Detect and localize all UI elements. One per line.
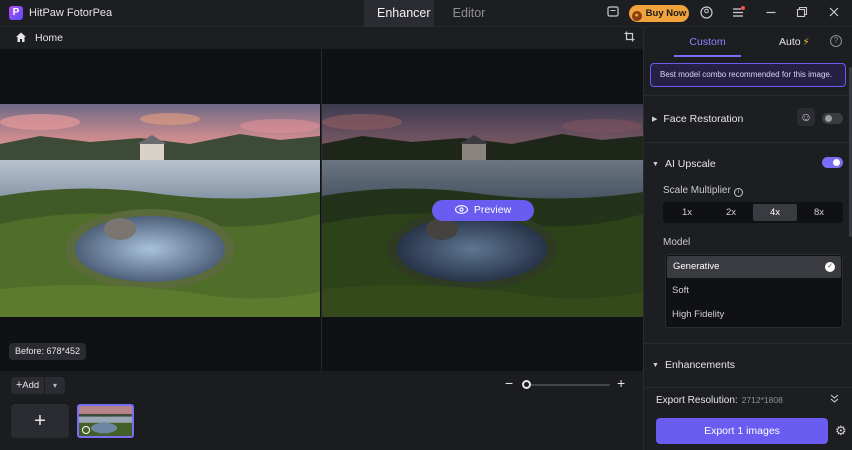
cart-icon: ● bbox=[631, 11, 642, 21]
home-bar: Home bbox=[0, 27, 643, 49]
mode-tabs: Enhancer Editor bbox=[364, 0, 504, 27]
export-button[interactable]: Export 1 images bbox=[656, 418, 828, 444]
minimize-icon[interactable] bbox=[764, 6, 778, 20]
face-restoration-toggle[interactable] bbox=[822, 113, 843, 124]
export-resolution-value: 2712*1808 bbox=[741, 395, 783, 405]
tab-custom[interactable]: Custom bbox=[674, 36, 741, 48]
scale-multiplier-label: Scale Multiplier i bbox=[663, 185, 743, 197]
recommendation-banner: Best model combo recommended for this im… bbox=[650, 63, 846, 87]
divider bbox=[644, 95, 852, 96]
title-bar: P HitPaw FotorPea Enhancer Editor ● Buy N… bbox=[0, 0, 852, 27]
notification-dot bbox=[741, 6, 745, 10]
face-restoration-header[interactable]: ▶ Face Restoration bbox=[652, 113, 743, 125]
gear-icon[interactable]: ⚙ bbox=[835, 424, 847, 437]
model-option-soft[interactable]: Soft bbox=[666, 280, 842, 302]
tab-indicator bbox=[674, 55, 741, 57]
caret-right-icon: ▶ bbox=[652, 116, 658, 123]
add-button[interactable]: +Add ▾ bbox=[11, 377, 65, 394]
buy-now-label: Buy Now bbox=[645, 8, 687, 19]
settings-panel: Custom Auto ⚡ ? Best model combo recommen… bbox=[643, 27, 852, 450]
home-icon[interactable] bbox=[15, 31, 27, 43]
scale-option-2x[interactable]: 2x bbox=[709, 204, 753, 221]
face-icon[interactable]: ☺ bbox=[797, 108, 815, 126]
tab-auto-label: Auto bbox=[779, 36, 801, 48]
zoom-out-button[interactable]: − bbox=[505, 376, 513, 390]
info-icon[interactable]: i bbox=[733, 188, 743, 197]
tab-enhancer[interactable]: Enhancer bbox=[364, 0, 434, 27]
model-option-high-fidelity[interactable]: High Fidelity bbox=[666, 304, 842, 326]
model-list: Generative ✓ Soft High Fidelity bbox=[665, 254, 843, 328]
divider bbox=[644, 387, 852, 388]
bottom-toolbar: +Add ▾ − + + bbox=[0, 371, 643, 450]
home-link[interactable]: Home bbox=[35, 32, 63, 44]
scale-multiplier-text: Scale Multiplier bbox=[663, 185, 731, 196]
check-icon: ✓ bbox=[825, 262, 835, 272]
add-label: Add bbox=[22, 380, 40, 391]
restore-icon[interactable] bbox=[795, 6, 809, 20]
zoom-in-button[interactable]: + bbox=[617, 376, 625, 390]
export-resolution: Export Resolution: 2712*1808 bbox=[656, 395, 783, 406]
preview-button[interactable]: Preview bbox=[432, 200, 534, 221]
scale-option-8x[interactable]: 8x bbox=[797, 204, 841, 221]
enhancements-label: Enhancements bbox=[664, 359, 735, 371]
app-logo: P bbox=[9, 6, 23, 20]
add-image-thumbnail[interactable]: + bbox=[11, 404, 69, 438]
scale-multiplier-selector: 1x 2x 4x 8x bbox=[663, 202, 843, 223]
help-icon[interactable]: ? bbox=[830, 35, 842, 47]
caret-down-icon: ▼ bbox=[652, 362, 659, 369]
ai-upscale-toggle[interactable] bbox=[822, 157, 843, 168]
ai-upscale-header[interactable]: ▼ AI Upscale bbox=[652, 158, 716, 170]
model-label: Model bbox=[663, 237, 691, 248]
face-restoration-label: Face Restoration bbox=[663, 113, 744, 125]
zoom-slider-handle[interactable] bbox=[522, 380, 531, 389]
ai-upscale-label: AI Upscale bbox=[664, 158, 716, 170]
eye-icon bbox=[454, 200, 468, 221]
zoom-slider[interactable] bbox=[526, 384, 610, 386]
scale-option-4x[interactable]: 4x bbox=[753, 204, 797, 221]
preview-label: Preview bbox=[473, 204, 512, 216]
divider bbox=[644, 343, 852, 344]
crop-icon[interactable] bbox=[624, 31, 635, 45]
caret-down-icon: ▼ bbox=[652, 161, 659, 168]
close-icon[interactable] bbox=[827, 6, 841, 20]
lightning-icon: ⚡ bbox=[802, 37, 810, 48]
info-icon bbox=[82, 426, 90, 434]
divider bbox=[644, 142, 852, 143]
enhancements-header[interactable]: ▼ Enhancements bbox=[652, 359, 735, 371]
add-main[interactable]: +Add bbox=[11, 377, 45, 394]
scale-option-1x[interactable]: 1x bbox=[665, 204, 709, 221]
double-chevron-down-icon[interactable] bbox=[830, 394, 839, 405]
export-resolution-label: Export Resolution: bbox=[656, 395, 738, 406]
chevron-down-icon[interactable]: ▾ bbox=[45, 377, 65, 394]
panel-tabs: Custom Auto ⚡ ? bbox=[644, 27, 852, 57]
buy-now-button[interactable]: ● Buy Now bbox=[629, 5, 689, 22]
image-canvas: Preview Before: 678*452 bbox=[0, 49, 643, 371]
tab-editor[interactable]: Editor bbox=[434, 0, 504, 27]
account-icon[interactable] bbox=[699, 6, 713, 20]
before-image bbox=[0, 104, 320, 317]
model-option-label: Generative bbox=[673, 261, 720, 272]
app-title: HitPaw FotorPea bbox=[29, 7, 113, 19]
tab-auto[interactable]: Auto ⚡ bbox=[779, 36, 810, 48]
image-thumbnail[interactable] bbox=[77, 404, 134, 438]
before-size-badge: Before: 678*452 bbox=[9, 343, 87, 360]
feedback-icon[interactable] bbox=[606, 6, 620, 20]
model-option-generative[interactable]: Generative ✓ bbox=[667, 256, 841, 278]
